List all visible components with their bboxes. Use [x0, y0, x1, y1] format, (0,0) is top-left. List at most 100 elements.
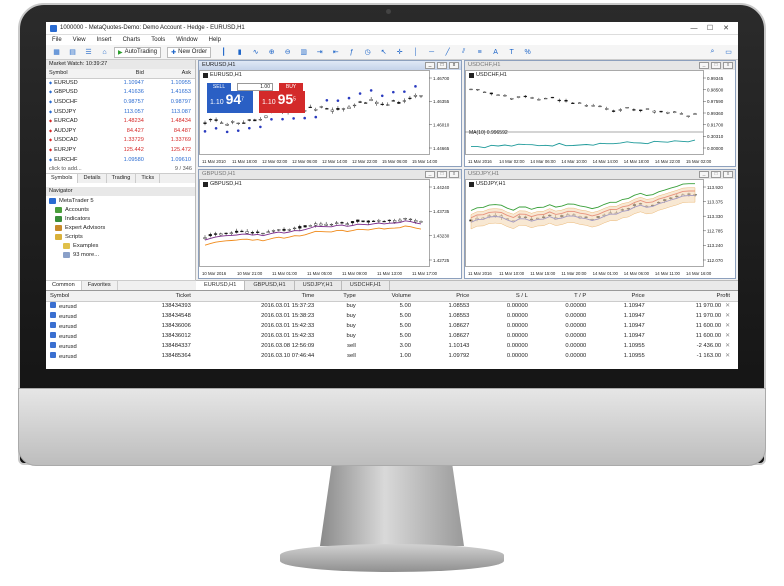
chart-tab-gbpusd[interactable]: GBPUSD,H1 — [245, 281, 295, 290]
lot-size-input[interactable]: 1.00 — [237, 82, 273, 91]
close-position-icon[interactable]: ✕ — [725, 333, 730, 339]
menu-view[interactable]: View — [73, 37, 86, 43]
candlestick-icon[interactable]: ▮ — [233, 47, 246, 58]
click-to-add[interactable]: click to add... — [49, 166, 175, 172]
nav-item-scripts[interactable]: Scripts — [46, 232, 195, 241]
column-header[interactable]: Time — [198, 291, 323, 302]
col-ask[interactable]: Ask — [147, 69, 195, 79]
market-watch-row[interactable]: ◆ GBPUSD 1.41636 1.41653 — [46, 88, 195, 98]
line-chart-icon[interactable]: ∿ — [249, 47, 262, 58]
buy-button[interactable]: BUY — [279, 82, 303, 91]
chart-window-usdjpy[interactable]: USDJPY,H1 _ □ x 113.920 113.375 113.330 112… — [464, 169, 736, 279]
equidistant-channel-icon[interactable]: ⫽ — [457, 47, 470, 58]
maximize-button[interactable]: ☐ — [702, 24, 718, 32]
close-position-icon[interactable]: ✕ — [725, 313, 730, 319]
menu-tools[interactable]: Tools — [151, 37, 165, 43]
chart-maximize-button[interactable]: □ — [437, 171, 447, 178]
column-header[interactable]: T / P — [535, 291, 595, 302]
tab-symbols[interactable]: Symbols — [46, 174, 79, 184]
chart-tab-usdchf[interactable]: USDCHF,H1 — [342, 281, 391, 290]
new-chart-icon[interactable]: ▦ — [50, 47, 63, 58]
new-order-button[interactable]: ✚ New Order — [167, 46, 212, 58]
nav-item-metatrader[interactable]: MetaTrader 5 — [46, 196, 195, 205]
sell-price[interactable]: 1.10 947 — [207, 91, 253, 113]
chart-body[interactable]: 1.44240 1.43735 1.43230 1.42725 10 Mar 2016 1… — [199, 179, 461, 278]
market-watch-icon[interactable]: ☰ — [82, 47, 95, 58]
chart-close-button[interactable]: x — [449, 171, 459, 178]
column-header[interactable]: Type — [322, 291, 364, 302]
gbpusd-chart-svg[interactable]: 1.44240 1.43735 1.43230 1.42725 10 Mar 2016 1… — [199, 179, 461, 278]
chart-body[interactable]: 1.46700 1.46355 1.46010 1.44665 11 Mar 2010 1… — [199, 70, 461, 166]
nav-item-more[interactable]: 93 more... — [46, 250, 195, 259]
column-header[interactable]: S / L — [477, 291, 536, 302]
tab-favorites[interactable]: Favorites — [82, 281, 118, 290]
chart-minimize-button[interactable]: _ — [699, 62, 709, 69]
position-row[interactable]: eurusd 138436006 2016.03.01 15:42:33 buy 5.0… — [46, 321, 738, 331]
scroll-chart-icon[interactable]: ⇥ — [313, 47, 326, 58]
chat-icon[interactable]: ▭ — [722, 47, 735, 58]
vertical-line-icon[interactable]: │ — [409, 47, 422, 58]
zoom-out-icon[interactable]: ⊖ — [281, 47, 294, 58]
tile-windows-icon[interactable]: ▥ — [297, 47, 310, 58]
chart-maximize-button[interactable]: □ — [711, 62, 721, 69]
shapes-icon[interactable]: % — [521, 47, 534, 58]
close-position-icon[interactable]: ✕ — [725, 353, 730, 359]
tab-common[interactable]: Common — [46, 281, 82, 290]
buy-price[interactable]: 1.10 955 — [259, 91, 305, 113]
cursor-icon[interactable]: ↖ — [377, 47, 390, 58]
nav-item-examples[interactable]: Examples — [46, 241, 195, 250]
column-header[interactable]: Symbol — [46, 291, 125, 302]
position-row[interactable]: eurusd 138484337 2016.03.08 12:56:09 sell 3.… — [46, 341, 738, 351]
chart-window-gbpusd[interactable]: GBPUSD,H1 _ □ x 1.44240 1.43735 1.43230 1.4… — [198, 169, 462, 279]
position-row[interactable]: eurusd 138436012 2016.03.01 15:42:33 buy 5.0… — [46, 331, 738, 341]
market-watch-row[interactable]: ◆ EURCAD 1.48234 1.48434 — [46, 116, 195, 126]
chart-maximize-button[interactable]: □ — [711, 171, 721, 178]
chart-minimize-button[interactable]: _ — [699, 171, 709, 178]
usdjpy-chart-svg[interactable]: 113.920 113.375 113.330 112.785 113.240 112.0… — [465, 179, 735, 278]
nav-item-accounts[interactable]: Accounts — [46, 205, 195, 214]
navigator-icon[interactable]: ⌂ — [98, 47, 111, 58]
tab-details[interactable]: Details — [78, 174, 107, 184]
nav-item-indicators[interactable]: Indicators — [46, 214, 195, 223]
usdchf-chart-svg[interactable]: 0.99345 0.98500 0.97590 0.99360 0.91700 0.303… — [465, 70, 735, 166]
column-header[interactable]: Price — [418, 291, 478, 302]
chart-close-button[interactable]: x — [449, 62, 459, 69]
column-header[interactable]: Ticket — [124, 291, 199, 302]
close-position-icon[interactable]: ✕ — [725, 343, 730, 349]
column-header[interactable]: Volume — [363, 291, 419, 302]
profiles-icon[interactable]: ▤ — [66, 47, 79, 58]
autotrading-button[interactable]: ▶ AutoTrading — [114, 46, 162, 58]
market-watch-row[interactable]: ◆ EURJPY 125.442 125.472 — [46, 145, 195, 155]
market-watch-row[interactable]: ◆ USDCHF 0.98757 0.98797 — [46, 97, 195, 107]
market-watch-row[interactable]: ◆ AUDJPY 84.427 84.487 — [46, 126, 195, 136]
column-header[interactable]: Profit — [652, 291, 738, 302]
period-icon[interactable]: ◷ — [361, 47, 374, 58]
chart-tab-eurusd[interactable]: EURUSD,H1 — [196, 281, 246, 290]
text-icon[interactable]: A — [489, 47, 502, 58]
menu-charts[interactable]: Charts — [123, 37, 141, 43]
menu-help[interactable]: Help — [209, 37, 221, 43]
trend-line-icon[interactable]: ╱ — [441, 47, 454, 58]
chart-close-button[interactable]: x — [723, 62, 733, 69]
horizontal-line-icon[interactable]: ─ — [425, 47, 438, 58]
chart-body[interactable]: 113.920 113.375 113.330 112.785 113.240 112.0… — [465, 179, 735, 278]
market-watch-row[interactable]: ◆ EURCHF 1.09580 1.09610 — [46, 155, 195, 165]
search-icon[interactable]: ⌕ — [706, 47, 719, 58]
chart-maximize-button[interactable]: □ — [437, 62, 447, 69]
close-position-icon[interactable]: ✕ — [725, 303, 730, 309]
col-bid[interactable]: Bid — [100, 69, 148, 79]
minimize-button[interactable]: — — [686, 25, 702, 32]
chart-window-usdchf[interactable]: USDCHF,H1 _ □ x 0.99345 0.98500 0.97590 0.9… — [464, 60, 736, 167]
sell-button[interactable]: SELL — [207, 82, 231, 91]
chart-minimize-button[interactable]: _ — [425, 62, 435, 69]
nav-item-expert-advisors[interactable]: Expert Advisors — [46, 223, 195, 232]
crosshair-icon[interactable]: ✛ — [393, 47, 406, 58]
menu-window[interactable]: Window — [176, 37, 197, 43]
position-row[interactable]: eurusd 138434393 2016.03.01 15:37:23 buy 5.0… — [46, 301, 738, 311]
market-watch-row[interactable]: ◆ USDJPY 113.057 113.087 — [46, 107, 195, 117]
fibonacci-icon[interactable]: ≡ — [473, 47, 486, 58]
zoom-in-icon[interactable]: ⊕ — [265, 47, 278, 58]
market-watch-row[interactable]: ◆ EURUSD 1.10947 1.10955 — [46, 78, 195, 88]
indicators-icon[interactable]: ƒ — [345, 47, 358, 58]
chart-tab-usdjpy[interactable]: USDJPY,H1 — [295, 281, 342, 290]
